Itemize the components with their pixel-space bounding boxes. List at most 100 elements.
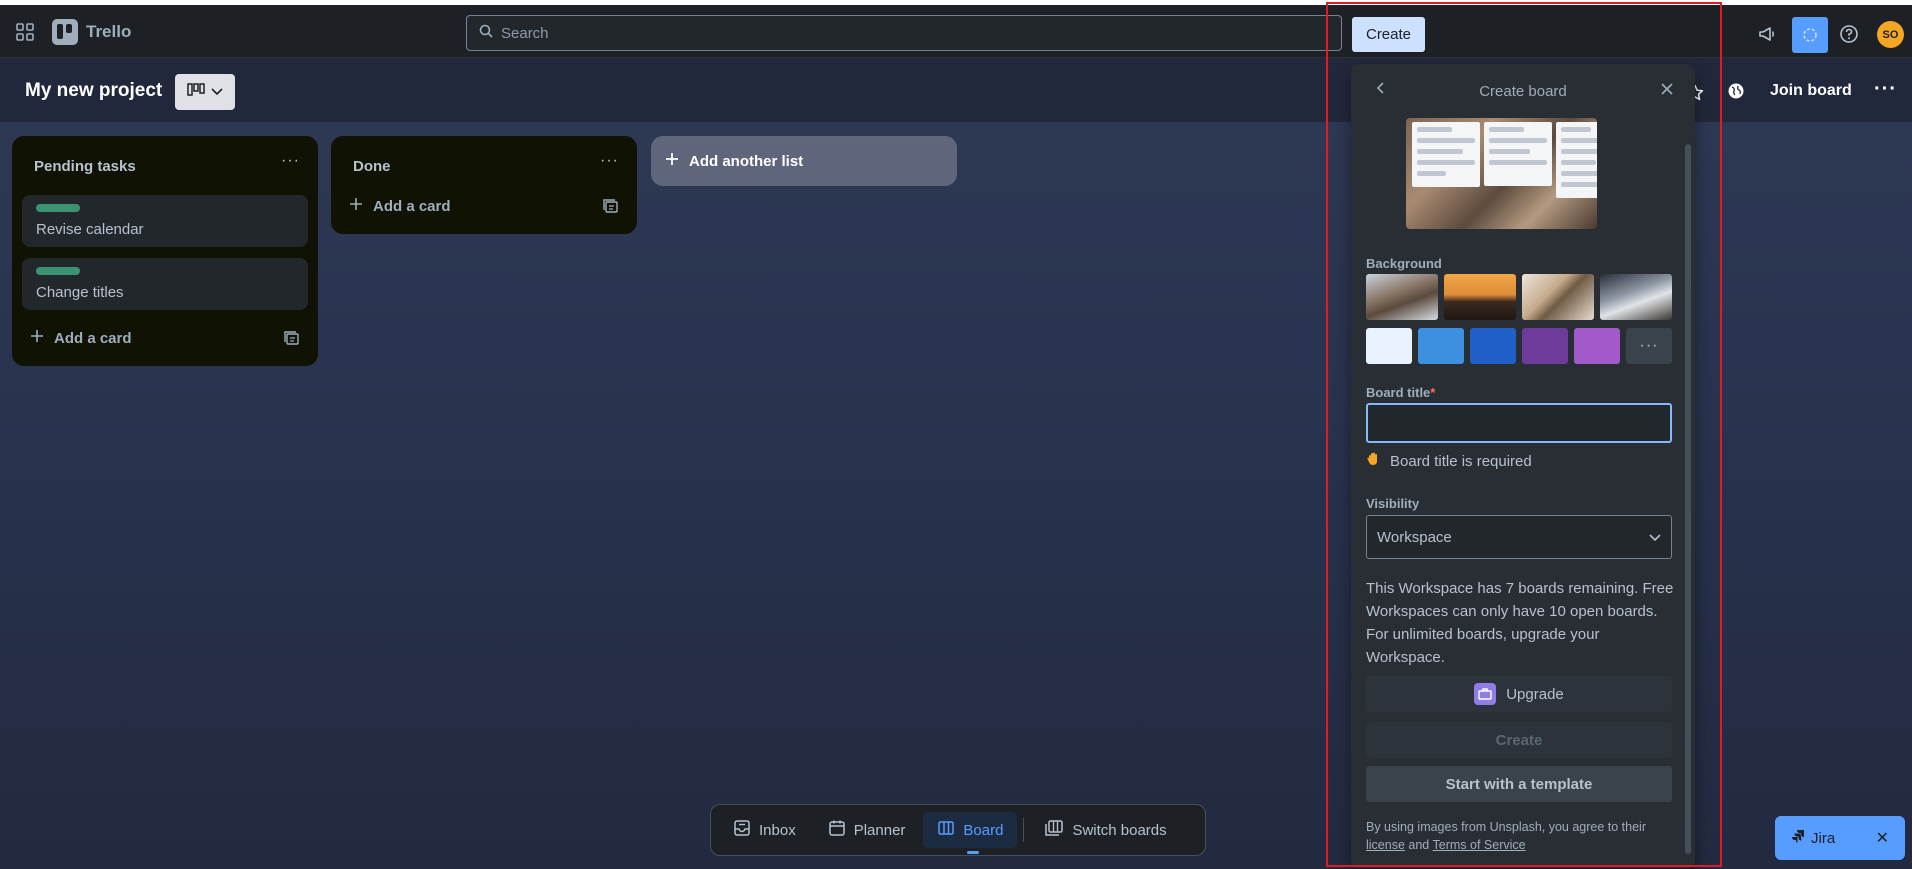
card-title: Revise calendar (36, 221, 144, 238)
unsplash-terms-note: By using images from Unsplash, you agree… (1366, 818, 1682, 854)
add-card-label: Add a card (373, 197, 451, 215)
nav-divider (1023, 818, 1025, 842)
board-preview-image (1406, 118, 1597, 229)
nav-inbox[interactable]: Inbox (719, 812, 810, 848)
nav-board[interactable]: Board (923, 812, 1018, 854)
card-template-icon[interactable] (603, 199, 619, 215)
list-title[interactable]: Pending tasks (34, 158, 136, 175)
create-button[interactable]: Create (1352, 17, 1425, 52)
board-title-input[interactable] (1366, 403, 1672, 443)
help-icon[interactable] (1838, 23, 1860, 45)
create-board-popover: Create board Background ··· Board title*… (1351, 64, 1695, 868)
background-photo-mountains[interactable] (1366, 274, 1438, 320)
scrollbar[interactable] (1685, 144, 1691, 854)
list-done[interactable]: Done ··· Add a card (331, 136, 637, 234)
join-board-button[interactable]: Join board (1770, 82, 1852, 100)
waving-hand-icon (1366, 451, 1380, 471)
card-label[interactable] (36, 204, 80, 212)
board-view-icon (187, 82, 205, 102)
nav-switch-boards[interactable]: Switch boards (1030, 812, 1180, 848)
calendar-icon (828, 819, 846, 841)
board-title-label-text: Board title (1366, 385, 1431, 400)
jira-label: Jira (1811, 829, 1836, 847)
more-backgrounds-button[interactable]: ··· (1626, 328, 1672, 364)
view-switcher[interactable] (175, 74, 235, 110)
list-pending-tasks[interactable]: Pending tasks ··· Revise calendar Change… (12, 136, 318, 366)
app-switcher-icon[interactable] (12, 19, 38, 45)
preview-list (1484, 122, 1552, 186)
announcement-icon[interactable] (1756, 23, 1778, 45)
add-another-list-button[interactable]: Add another list (651, 136, 957, 186)
background-photo-lake[interactable] (1600, 274, 1672, 320)
license-link[interactable]: license (1366, 838, 1405, 852)
jira-promo[interactable]: Jira ✕ (1775, 816, 1905, 860)
background-color-swatch[interactable] (1470, 328, 1516, 364)
upgrade-icon (1474, 683, 1497, 705)
board-menu-button[interactable]: ··· (1874, 78, 1897, 101)
search-input[interactable] (501, 24, 1341, 42)
jira-icon (1791, 829, 1805, 847)
visibility-select[interactable]: Workspace (1366, 515, 1672, 559)
add-card-button[interactable]: Add a card (30, 329, 132, 347)
plus-icon (349, 197, 363, 215)
board-title-label: Board title* (1366, 385, 1435, 400)
inbox-icon (733, 819, 751, 841)
add-list-label: Add another list (689, 152, 804, 170)
background-photo-leaves[interactable] (1522, 274, 1594, 320)
chevron-down-icon (1649, 529, 1661, 546)
nav-label: Inbox (759, 821, 796, 839)
bottom-navigation: Inbox Planner Board Switch boards (710, 804, 1206, 856)
app-window: Trello Create SO My new project (0, 5, 1912, 869)
popover-title: Create board (1479, 83, 1567, 100)
preview-list (1412, 122, 1480, 187)
and-text: and (1408, 838, 1430, 852)
unsplash-prefix: By using images from Unsplash, you agree… (1366, 820, 1646, 834)
nav-label: Switch boards (1072, 821, 1167, 839)
atlassian-intelligence-icon[interactable] (1792, 17, 1828, 53)
avatar[interactable]: SO (1877, 21, 1904, 48)
background-label: Background (1366, 256, 1442, 271)
plus-icon (30, 329, 44, 347)
close-icon[interactable] (1659, 81, 1675, 97)
nav-label: Planner (853, 821, 906, 839)
visibility-value: Workspace (1377, 528, 1452, 546)
list-menu-button[interactable]: ··· (281, 152, 300, 170)
globe-icon[interactable] (1726, 81, 1746, 101)
trello-logo-icon (52, 19, 78, 45)
list-title[interactable]: Done (353, 158, 391, 175)
visibility-label: Visibility (1366, 496, 1420, 511)
list-menu-button[interactable]: ··· (600, 152, 619, 170)
top-bar: Trello Create SO (0, 5, 1912, 58)
board-title[interactable]: My new project (25, 80, 162, 102)
validation-message: Board title is required (1366, 451, 1532, 471)
chevron-down-icon (211, 83, 223, 101)
card[interactable]: Revise calendar (22, 195, 308, 247)
create-board-submit-button[interactable]: Create (1366, 722, 1672, 758)
upgrade-label: Upgrade (1506, 685, 1564, 703)
upgrade-button[interactable]: Upgrade (1366, 676, 1672, 712)
trello-logo[interactable]: Trello (52, 17, 131, 47)
required-mark: * (1430, 385, 1436, 400)
nav-label: Board (963, 821, 1004, 839)
add-card-label: Add a card (54, 329, 132, 347)
terms-of-service-link[interactable]: Terms of Service (1433, 838, 1526, 852)
board-icon (937, 819, 955, 841)
start-with-template-button[interactable]: Start with a template (1366, 766, 1672, 802)
close-icon[interactable]: ✕ (1876, 828, 1889, 848)
nav-planner[interactable]: Planner (814, 812, 920, 848)
add-card-button[interactable]: Add a card (349, 197, 451, 215)
card-title: Change titles (36, 284, 124, 301)
switch-boards-icon (1044, 819, 1064, 841)
background-color-swatch[interactable] (1418, 328, 1464, 364)
preview-list (1556, 122, 1597, 198)
search-box[interactable] (466, 15, 1342, 51)
card-template-icon[interactable] (284, 331, 300, 347)
card-label[interactable] (36, 267, 80, 275)
background-photo-sunset[interactable] (1444, 274, 1516, 320)
background-color-swatch[interactable] (1522, 328, 1568, 364)
workspace-limit-note: This Workspace has 7 boards remaining. F… (1366, 580, 1674, 666)
background-color-swatch[interactable] (1574, 328, 1620, 364)
card[interactable]: Change titles (22, 258, 308, 310)
background-color-swatch[interactable] (1366, 328, 1412, 364)
plus-icon (665, 152, 679, 170)
